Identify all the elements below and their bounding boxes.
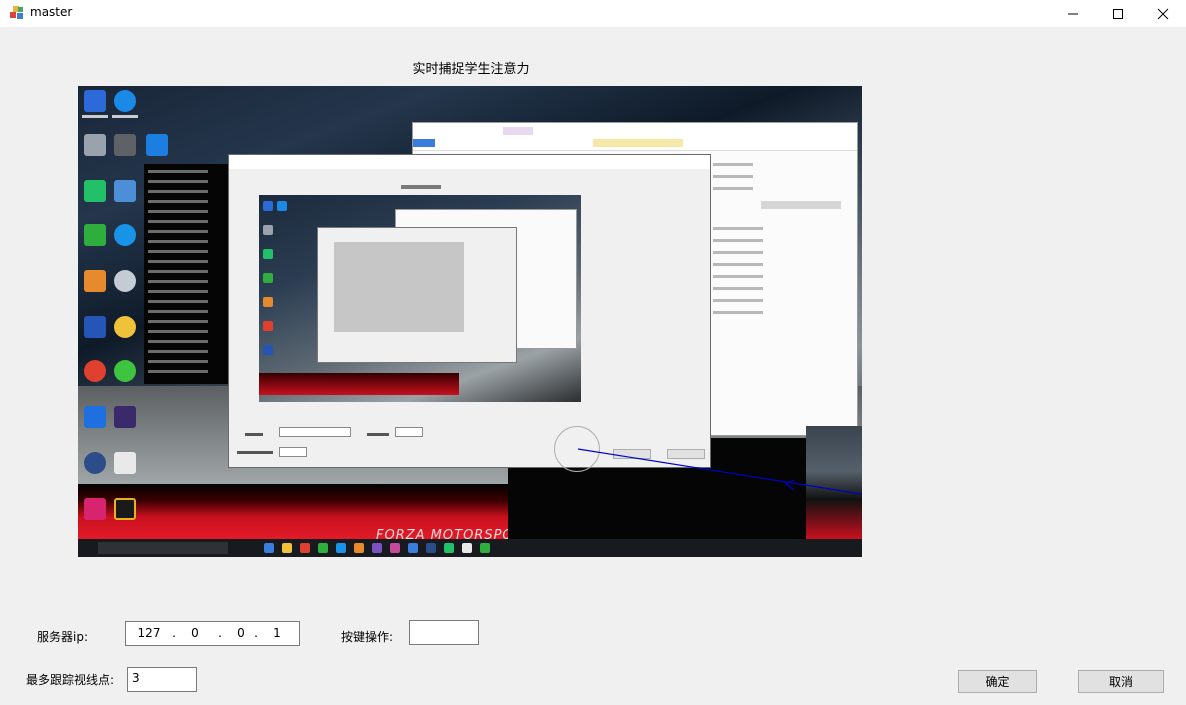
ip-octet-1[interactable]: 127 bbox=[136, 626, 162, 640]
max-gaze-points-input[interactable]: 3 bbox=[127, 667, 197, 692]
window-title: master bbox=[30, 5, 73, 19]
ip-octet-4[interactable]: 1 bbox=[264, 626, 290, 640]
server-ip-label: 服务器ip: bbox=[37, 630, 88, 644]
minimize-icon bbox=[1068, 13, 1078, 14]
ok-button[interactable]: 确定 bbox=[958, 670, 1037, 693]
app-cubes-icon bbox=[9, 5, 25, 21]
ip-octet-3[interactable]: 0 bbox=[228, 626, 254, 640]
key-operation-input[interactable] bbox=[409, 620, 479, 645]
key-operation-label: 按键操作: bbox=[341, 630, 394, 644]
ip-dot: . bbox=[218, 626, 222, 640]
screen-capture-image: FORZA MOTORSPORT bbox=[78, 86, 862, 557]
ip-dot: . bbox=[172, 626, 176, 640]
server-ip-input[interactable]: 127 . 0 . 0 . 1 bbox=[125, 621, 300, 646]
title-bar: master bbox=[0, 0, 1186, 27]
minimize-button[interactable] bbox=[1050, 0, 1096, 27]
gaze-track-line bbox=[577, 448, 862, 495]
maximize-button[interactable] bbox=[1095, 0, 1141, 27]
max-gaze-points-label: 最多跟踪视线点: bbox=[26, 673, 115, 687]
ip-dot: . bbox=[254, 626, 258, 640]
close-icon bbox=[1157, 8, 1169, 19]
taskbar-search bbox=[98, 542, 228, 554]
page-title: 实时捕捉学生注意力 bbox=[412, 62, 530, 77]
taskbar bbox=[78, 539, 862, 557]
close-button[interactable] bbox=[1140, 0, 1186, 27]
cancel-button[interactable]: 取消 bbox=[1078, 670, 1164, 693]
ip-octet-2[interactable]: 0 bbox=[182, 626, 208, 640]
maximize-icon bbox=[1113, 8, 1123, 19]
